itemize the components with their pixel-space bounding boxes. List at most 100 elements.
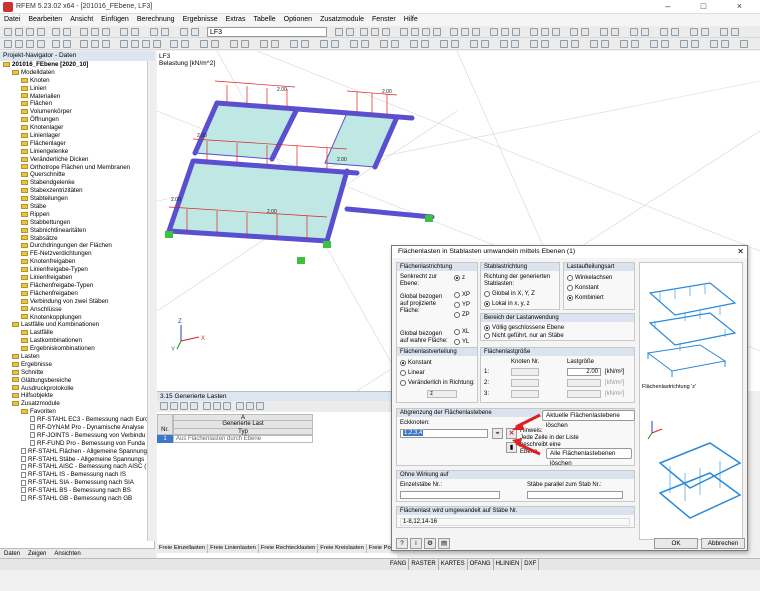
table-tool-icon[interactable] (190, 402, 198, 410)
rotate-icon[interactable] (102, 28, 110, 36)
zoom-icon[interactable] (80, 28, 88, 36)
deform-icon[interactable] (382, 28, 390, 36)
radio-xp[interactable] (454, 292, 460, 298)
next-lc-icon[interactable] (346, 28, 354, 36)
tree-item[interactable]: RF-STAHL SIA - Bemessung nach SIA (0, 479, 148, 487)
tree-item[interactable]: Ergebnisse (0, 361, 148, 369)
tree-item[interactable]: Stabendgelenke (0, 179, 148, 187)
tool-b2-icon[interactable] (241, 40, 249, 48)
tab-freie-rechtecklasten[interactable]: Freie Rechtecklasten (259, 544, 319, 553)
tree-item[interactable]: Rippen (0, 211, 148, 219)
tool3-icon[interactable] (422, 28, 430, 36)
tool7-icon[interactable] (472, 28, 480, 36)
tree-item[interactable]: Glättungsbereiche (0, 377, 148, 385)
tree-item[interactable]: Flächenfreigaben (0, 290, 148, 298)
tool-b35-icon[interactable] (740, 40, 748, 48)
radio-yl[interactable] (454, 339, 460, 345)
tree-item[interactable]: Knoten (0, 77, 148, 85)
tool-b34-icon[interactable] (721, 40, 729, 48)
view-y-icon[interactable] (142, 40, 150, 48)
tool-b23-icon[interactable] (560, 40, 568, 48)
help-button[interactable]: ? (396, 538, 408, 549)
tool16-icon[interactable] (600, 28, 608, 36)
tree-item[interactable]: Lastfälle (0, 329, 148, 337)
tool-b16-icon[interactable] (451, 40, 459, 48)
tool-icon[interactable] (400, 28, 408, 36)
tree-item[interactable]: Lastkombinationen (0, 337, 148, 345)
tool-b28-icon[interactable] (631, 40, 639, 48)
print-icon[interactable] (37, 28, 45, 36)
tool21-icon[interactable] (671, 28, 679, 36)
tree-item[interactable]: RF-STAHL IS - Bemessung nach IS (0, 471, 148, 479)
menu-zusatzmodule[interactable]: Zusatzmodule (316, 14, 368, 26)
tree-item[interactable]: Linienlager (0, 132, 148, 140)
menu-tabelle[interactable]: Tabelle (249, 14, 279, 26)
tool-b24-icon[interactable] (571, 40, 579, 48)
menu-einfuegen[interactable]: Einfügen (97, 14, 133, 26)
menu-fenster[interactable]: Fenster (368, 14, 400, 26)
view-z-icon[interactable] (153, 40, 161, 48)
tree-item[interactable]: Ausdruckprotokolle (0, 385, 148, 393)
radio-kombiniert[interactable] (567, 295, 573, 301)
tree-item[interactable]: RF-STAHL AISC - Bemessung nach AISC ( (0, 463, 148, 471)
tool2-icon[interactable] (411, 28, 419, 36)
select-icon[interactable] (120, 28, 128, 36)
open-icon[interactable] (15, 28, 23, 36)
row-cell[interactable]: Aus Flächenlasten durch Ebene (173, 435, 313, 443)
tree-item[interactable]: Veränderliche Dicken (0, 156, 148, 164)
radio-linear-distribution[interactable] (400, 370, 406, 376)
surface-icon[interactable] (26, 40, 34, 48)
wire-icon[interactable] (181, 40, 189, 48)
radio-closed-plane[interactable] (484, 325, 490, 331)
status-raster[interactable]: RASTER (409, 559, 439, 570)
table-tool-icon[interactable] (160, 402, 168, 410)
tree-item[interactable]: FE-Netzverdichtungen (0, 250, 148, 258)
tool-b30-icon[interactable] (661, 40, 669, 48)
tree-item[interactable]: RF-DYNAM Pro - Dynamische Analyse (0, 424, 148, 432)
tree-item[interactable]: Stabnichtlinearitäten (0, 227, 148, 235)
tool-b25-icon[interactable] (590, 40, 598, 48)
status-ofang[interactable]: OFANG (468, 559, 494, 570)
tool4-icon[interactable] (433, 28, 441, 36)
tree-item[interactable]: Modelldaten (0, 69, 148, 77)
surface-load-icon[interactable] (102, 40, 110, 48)
tree-item[interactable]: Anschlüsse (0, 306, 148, 314)
tree-item[interactable]: Ergebniskombinationen (0, 345, 148, 353)
tool8-icon[interactable] (490, 28, 498, 36)
tool6-icon[interactable] (461, 28, 469, 36)
results-icon[interactable] (161, 28, 169, 36)
close-icon[interactable]: ✕ (737, 246, 744, 258)
radio-zp[interactable] (454, 312, 460, 318)
status-dxf[interactable]: DXF (522, 559, 540, 570)
pan-icon[interactable] (91, 28, 99, 36)
cancel-button[interactable]: Abbrechen (701, 538, 745, 549)
table-tool-icon[interactable] (213, 402, 221, 410)
tree-item[interactable]: RF-STAHL Stäbe - Allgemeine Spannungs (0, 456, 148, 464)
hinge-icon[interactable] (63, 40, 71, 48)
info-button[interactable]: i (410, 538, 422, 549)
undo-icon[interactable] (52, 28, 60, 36)
tree-item[interactable]: Orthotrope Flächen und Membranen (0, 164, 148, 172)
render-icon[interactable] (170, 40, 178, 48)
tree-item[interactable]: Durchdringungen der Flächen (0, 242, 148, 250)
tab-freie-linienlasten[interactable]: Freie Linienlasten (208, 544, 259, 553)
load-case-select[interactable]: LF3 (207, 27, 327, 37)
parallel-members-input[interactable] (527, 491, 623, 499)
filter2-icon[interactable] (211, 40, 219, 48)
tool23-icon[interactable] (701, 28, 709, 36)
navigator-scrollbar[interactable] (147, 61, 155, 541)
tree-item[interactable]: Verbindung von zwei Stäben (0, 298, 148, 306)
prev-lc-icon[interactable] (335, 28, 343, 36)
calc-icon[interactable] (150, 28, 158, 36)
tool-b5-icon[interactable] (290, 40, 298, 48)
tool-b11-icon[interactable] (380, 40, 388, 48)
support-icon[interactable] (52, 40, 60, 48)
save-icon[interactable] (26, 28, 34, 36)
load-value-input[interactable]: 2.00 (567, 368, 601, 376)
tree-item[interactable]: Lastfälle und Kombinationen (0, 321, 148, 329)
tool18-icon[interactable] (630, 28, 638, 36)
status-kartes[interactable]: KARTES (439, 559, 468, 570)
view-iso-icon[interactable] (120, 40, 128, 48)
measure-icon[interactable] (131, 28, 139, 36)
tree-item[interactable]: RF-STAHL GB - Bemessung nach GB (0, 495, 148, 503)
